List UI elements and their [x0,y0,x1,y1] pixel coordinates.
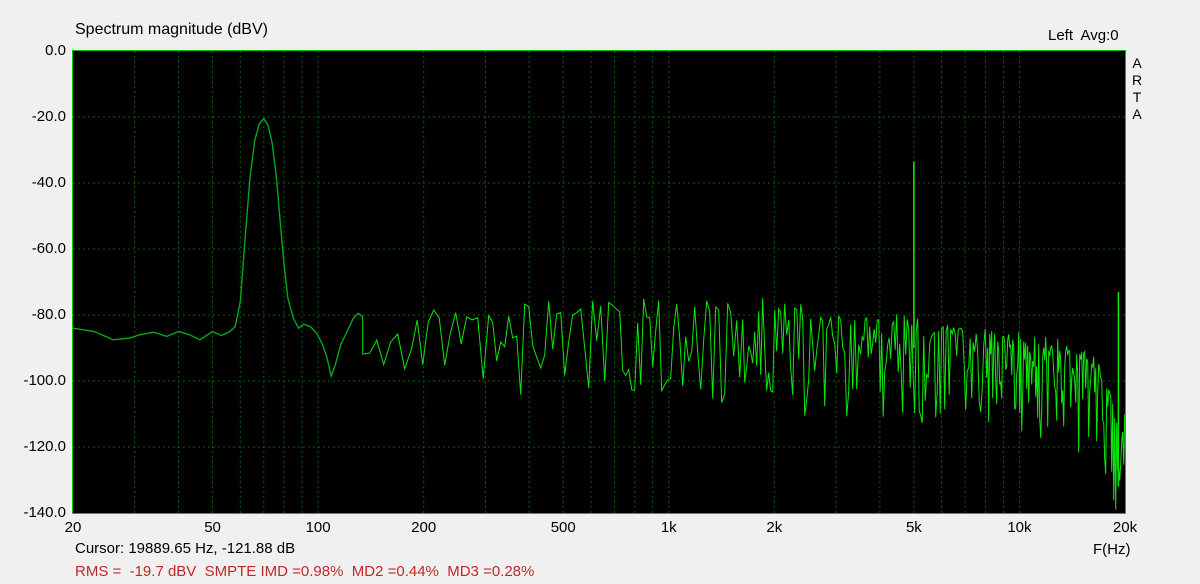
arta-spectrum-window: Spectrum magnitude (dBV) Left Avg:0 A R … [0,0,1200,584]
x-tick-label: 20k [1112,519,1138,536]
y-tick-label: -100.0 [23,372,66,390]
x-tick-label: 50 [204,519,221,536]
y-tick-label: -40.0 [31,174,66,192]
channel-average-info: Left Avg:0 [1048,27,1119,44]
spectrum-plot-area[interactable] [72,50,1126,514]
x-axis-unit-label: F(Hz) [1093,541,1131,558]
x-tick-label: 2k [766,519,783,536]
x-tick-label: 100 [305,519,331,536]
x-tick-label: 1k [660,519,677,536]
watermark-letter: T [1132,89,1142,105]
x-tick-label: 200 [411,519,437,536]
watermark-letter: A [1132,106,1142,122]
x-tick-label: 5k [905,519,922,536]
spectrum-plot[interactable] [73,51,1125,513]
chart-title: Spectrum magnitude (dBV) [75,21,268,38]
y-axis-tick-labels: 0.0 -20.0 -40.0 -60.0 -80.0 -100.0 -120.0 -140.… [0,0,66,584]
measurement-readout: RMS = -19.7 dBV SMPTE IMD =0.98% MD2 =0.… [75,563,535,580]
watermark-letter: A [1132,55,1142,71]
x-axis-tick-labels: 20 50 100 200 500 1k 2k 5k 10k 20k [0,519,1200,537]
x-tick-label: 20 [64,519,82,536]
watermark-letter: R [1131,72,1143,88]
y-tick-label: -120.0 [23,438,66,456]
x-tick-label: 10k [1007,519,1032,536]
arta-watermark: A R T A [1129,55,1145,123]
y-tick-label: -80.0 [31,306,66,324]
cursor-readout: Cursor: 19889.65 Hz, -121.88 dB [75,540,296,557]
y-tick-label: -20.0 [31,108,66,126]
y-tick-label: 0.0 [45,42,66,60]
x-tick-label: 500 [550,519,576,536]
y-tick-label: -60.0 [31,240,66,258]
